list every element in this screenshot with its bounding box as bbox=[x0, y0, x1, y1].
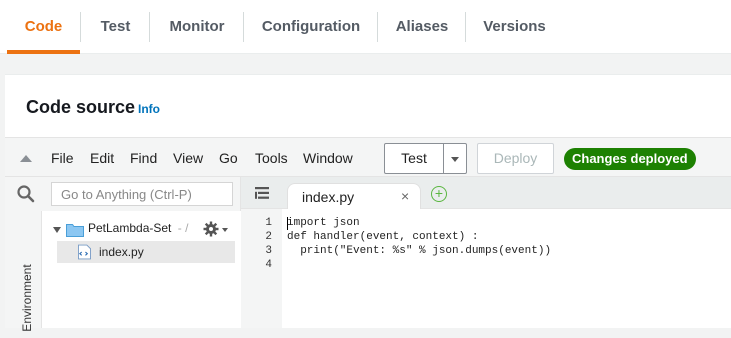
gear-icon[interactable] bbox=[203, 221, 219, 237]
tree-folder-suffix: - / bbox=[177, 221, 189, 235]
menu-view[interactable]: View bbox=[173, 150, 203, 166]
code-source-panel: Code source Info File Edit Find View Go … bbox=[5, 74, 731, 332]
folder-icon bbox=[66, 224, 84, 237]
new-tab-plus-icon[interactable]: + bbox=[431, 186, 447, 202]
tab-configuration[interactable]: Configuration bbox=[245, 0, 377, 54]
editor-tab-bar: index.py × + bbox=[241, 177, 731, 210]
menu-go[interactable]: Go bbox=[219, 150, 238, 166]
environment-tab-strip[interactable]: Environment bbox=[5, 211, 42, 332]
tree-file-row[interactable]: index.py bbox=[57, 241, 235, 263]
tab-divider bbox=[243, 12, 244, 42]
line-number: 2 bbox=[265, 231, 272, 243]
line-number: 3 bbox=[265, 245, 272, 257]
line-number: 4 bbox=[265, 259, 272, 271]
tree-folder-row[interactable]: PetLambda-Set - / bbox=[88, 217, 188, 239]
code-line: print("Event: %s" % json.dumps(event)) bbox=[287, 245, 552, 257]
test-button[interactable]: Test bbox=[384, 143, 444, 174]
editor-tab-index-py[interactable]: index.py × bbox=[287, 183, 421, 210]
tree-file-name: index.py bbox=[99, 245, 144, 259]
status-badge: Changes deployed bbox=[564, 148, 696, 170]
tab-divider bbox=[377, 12, 378, 42]
tab-monitor[interactable]: Monitor bbox=[151, 0, 243, 54]
info-link[interactable]: Info bbox=[138, 102, 160, 116]
code-line: import json bbox=[287, 217, 360, 229]
gear-caret-icon[interactable] bbox=[222, 228, 228, 232]
menu-file[interactable]: File bbox=[51, 150, 74, 166]
search-icon[interactable] bbox=[16, 184, 36, 204]
test-dropdown-button[interactable] bbox=[443, 143, 467, 174]
collapse-triangle-icon[interactable] bbox=[20, 155, 32, 162]
close-icon[interactable]: × bbox=[401, 188, 409, 204]
line-number-gutter: 1 2 3 4 bbox=[241, 209, 282, 328]
active-tab-indicator bbox=[7, 50, 80, 54]
tab-divider bbox=[149, 12, 150, 42]
editor-tab-label: index.py bbox=[302, 189, 355, 205]
menu-tools[interactable]: Tools bbox=[255, 150, 288, 166]
tab-aliases[interactable]: Aliases bbox=[379, 0, 465, 54]
line-number: 1 bbox=[265, 217, 272, 229]
function-tabs: Code Test Monitor Configuration Aliases … bbox=[0, 0, 731, 54]
tree-folder-name: PetLambda-Set bbox=[88, 221, 172, 235]
menu-window[interactable]: Window bbox=[303, 150, 353, 166]
environment-sidebar: Environment PetLambda-Set - / bbox=[5, 177, 241, 332]
code-source-title: Code source bbox=[26, 97, 136, 117]
tab-list-icon[interactable] bbox=[255, 187, 269, 199]
tab-divider bbox=[80, 12, 81, 42]
tab-versions[interactable]: Versions bbox=[467, 0, 562, 54]
tab-code[interactable]: Code bbox=[7, 0, 80, 54]
tab-divider bbox=[465, 12, 466, 42]
menu-edit[interactable]: Edit bbox=[90, 150, 114, 166]
menu-find[interactable]: Find bbox=[130, 150, 157, 166]
ide-menu-bar: File Edit Find View Go Tools Window Test… bbox=[5, 137, 731, 177]
text-cursor bbox=[287, 217, 288, 230]
python-file-icon bbox=[78, 244, 91, 260]
deploy-button[interactable]: Deploy bbox=[477, 143, 554, 174]
file-tree: PetLambda-Set - / index.py bbox=[42, 211, 241, 328]
expand-triangle-icon[interactable] bbox=[53, 227, 61, 233]
code-line: def handler(event, context) : bbox=[287, 231, 479, 243]
environment-tab-label[interactable]: Environment bbox=[16, 258, 38, 338]
code-editor[interactable]: import json def handler(event, context) … bbox=[282, 209, 731, 328]
search-input[interactable] bbox=[51, 182, 233, 206]
tab-test[interactable]: Test bbox=[82, 0, 149, 54]
